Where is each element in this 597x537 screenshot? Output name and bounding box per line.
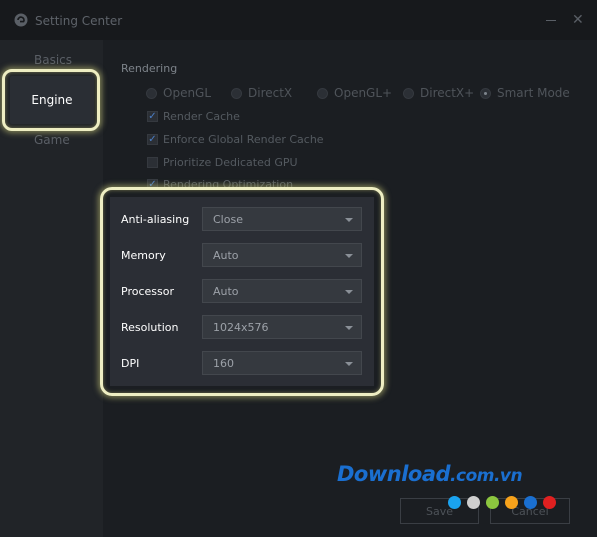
resolution-label: Resolution [121, 321, 179, 334]
title-bar: Setting Center ✕ [0, 0, 597, 40]
chevron-down-icon [345, 326, 353, 330]
mode-opengl[interactable]: OpenGL [146, 86, 211, 100]
dpi-label: DPI [121, 357, 140, 370]
radio-icon [231, 87, 242, 99]
watermark-dot [467, 496, 480, 509]
radio-icon [317, 87, 328, 99]
watermark-brand: Download [337, 462, 451, 486]
watermark-dot [524, 496, 537, 509]
processor-dropdown[interactable]: Auto [202, 279, 362, 303]
watermark-logo: Download.com.vn [337, 462, 523, 486]
dropdown-value: 1024x576 [213, 321, 269, 334]
minimize-icon[interactable] [546, 20, 556, 21]
dpi-dropdown[interactable]: 160 [202, 351, 362, 375]
chevron-down-icon [345, 218, 353, 222]
mode-label: OpenGL+ [334, 86, 393, 100]
option-label: Enforce Global Render Cache [163, 133, 324, 146]
dropdown-value: Auto [213, 285, 239, 298]
mode-smart[interactable]: Smart Mode [480, 86, 570, 100]
memory-label: Memory [121, 249, 166, 262]
resolution-dropdown[interactable]: 1024x576 [202, 315, 362, 339]
watermark-dots [448, 496, 562, 509]
mode-opengl-plus[interactable]: OpenGL+ [317, 86, 392, 100]
option-enforce-global-render-cache[interactable]: ✓ Enforce Global Render Cache [147, 133, 324, 146]
anti-aliasing-dropdown[interactable]: Close [202, 207, 362, 231]
app-logo-icon [14, 13, 28, 27]
mode-directx[interactable]: DirectX [231, 86, 292, 100]
option-label: Prioritize Dedicated GPU [163, 156, 298, 169]
processor-label: Processor [121, 285, 174, 298]
radio-icon [403, 87, 414, 99]
chevron-down-icon [345, 254, 353, 258]
watermark-dot [505, 496, 518, 509]
sidebar-item-game[interactable]: Game [34, 133, 137, 147]
mode-label: DirectX+ [420, 86, 475, 100]
chevron-down-icon [345, 362, 353, 366]
watermark-tld: .com.vn [450, 466, 523, 486]
checkbox-empty-icon [147, 157, 158, 168]
mode-label: OpenGL [163, 86, 212, 100]
rendering-section-title: Rendering [121, 62, 178, 75]
sidebar-item-engine[interactable]: Engine [10, 76, 94, 124]
option-render-cache[interactable]: ✓ Render Cache [147, 110, 240, 123]
watermark-dot [448, 496, 461, 509]
checkmark-icon: ✓ [147, 134, 158, 145]
radio-selected-icon [480, 87, 491, 99]
radio-icon [146, 87, 157, 99]
chevron-down-icon [345, 290, 353, 294]
checkmark-icon: ✓ [147, 111, 158, 122]
mode-label: DirectX [248, 86, 293, 100]
mode-label: Smart Mode [497, 86, 570, 100]
watermark-dot [486, 496, 499, 509]
option-label: Render Cache [163, 110, 240, 123]
close-icon[interactable]: ✕ [572, 11, 584, 29]
option-prioritize-gpu[interactable]: Prioritize Dedicated GPU [147, 156, 298, 169]
dropdown-value: Close [213, 213, 243, 226]
window-title: Setting Center [35, 14, 123, 28]
dropdown-value: Auto [213, 249, 239, 262]
memory-dropdown[interactable]: Auto [202, 243, 362, 267]
dropdown-value: 160 [213, 357, 234, 370]
watermark-dot [543, 496, 556, 509]
anti-aliasing-label: Anti-aliasing [121, 213, 190, 226]
mode-directx-plus[interactable]: DirectX+ [403, 86, 474, 100]
